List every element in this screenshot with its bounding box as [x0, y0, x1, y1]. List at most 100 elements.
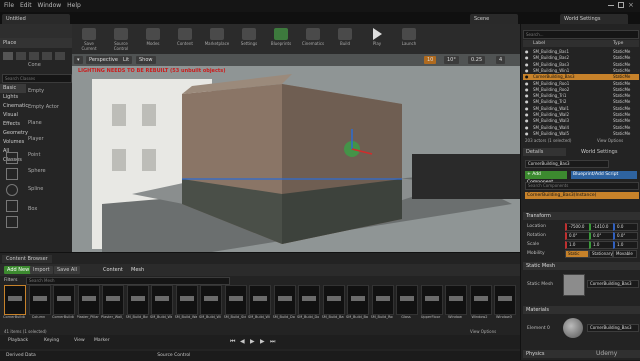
pen-icon[interactable] — [6, 152, 18, 164]
scale-z[interactable]: 1.0 — [613, 241, 638, 249]
outliner-type-header[interactable]: Type — [613, 40, 623, 47]
place-item-point[interactable]: Point — [28, 148, 70, 162]
marketplace-button[interactable]: Marketplace — [204, 26, 230, 52]
rotation-y[interactable]: 0.0° — [589, 232, 614, 240]
asset-search-input[interactable]: Search Mesh — [26, 277, 230, 285]
place-item-box[interactable]: Box — [28, 202, 70, 216]
outliner-row[interactable]: ● SM_Building_Wal3 StaticMe — [523, 118, 639, 124]
source-control-button[interactable]: Source Control — [108, 26, 134, 52]
brush-icon[interactable] — [6, 216, 18, 228]
paint-mode-icon[interactable] — [16, 52, 26, 60]
menu-file[interactable]: File — [4, 0, 14, 12]
play-button[interactable]: Play — [364, 26, 390, 52]
outliner-row[interactable]: ● CornerBuilding_Bas3 StaticMe — [523, 74, 639, 81]
marker-menu[interactable]: Marker — [94, 338, 110, 343]
asset-thumbnail[interactable] — [77, 285, 100, 315]
level-viewport[interactable]: ▾ Perspective Lit Show 10 10° 0.25 4 LIG… — [72, 54, 520, 252]
source-control-status[interactable]: Source Control — [157, 353, 190, 358]
static-mesh-picker[interactable]: CornerBuilding_Bas3 — [587, 280, 639, 288]
details-tab[interactable]: Details — [523, 148, 566, 156]
build-button[interactable]: Build — [332, 26, 358, 52]
outliner-row[interactable]: ● SM_Building_Bas3 StaticMe — [523, 62, 639, 68]
view-menu[interactable]: View — [74, 338, 85, 343]
save-all-button[interactable]: Save All — [54, 266, 81, 274]
step-forward-icon[interactable]: ▶ — [260, 338, 265, 345]
asset-thumbnail[interactable] — [53, 285, 75, 315]
save-current-button[interactable]: Save Current — [76, 26, 102, 52]
asset-thumbnail[interactable] — [4, 285, 26, 315]
physics-section[interactable]: Physics — [523, 350, 640, 358]
mobility-static[interactable]: Static — [565, 250, 589, 258]
category-lights[interactable]: Lights — [0, 93, 26, 102]
visibility-eye-icon[interactable]: ● — [525, 62, 529, 68]
asset-thumbnail[interactable] — [273, 285, 296, 315]
outliner-row[interactable]: ● SM_Building_Bas1 StaticMe — [523, 49, 639, 55]
tab-scene[interactable]: Scene — [470, 14, 518, 24]
angle-snap-value[interactable]: 10° — [444, 56, 459, 64]
menu-window[interactable]: Window — [38, 0, 62, 12]
skip-back-icon[interactable]: ⏮ — [230, 338, 235, 346]
class-search-input[interactable]: Search Classes — [2, 74, 72, 83]
visibility-eye-icon[interactable]: ● — [525, 55, 529, 61]
asset-thumbnail[interactable] — [371, 285, 394, 315]
cinematics-button[interactable]: Cinematics — [300, 26, 326, 52]
location-y[interactable]: -1410.0 — [589, 223, 614, 231]
category-cinematic[interactable]: Cinematic — [0, 102, 28, 111]
outliner-search[interactable]: Search... — [523, 30, 639, 39]
outliner-row[interactable]: ● SM_Building_Tri2 StaticMe — [523, 99, 639, 105]
rotation-z[interactable]: 0.0° — [613, 232, 638, 240]
visibility-eye-icon[interactable]: ● — [525, 81, 529, 87]
rotation-x[interactable]: 0.0° — [565, 232, 590, 240]
perspective-button[interactable]: Perspective — [86, 56, 121, 64]
asset-thumbnail[interactable] — [126, 285, 149, 315]
asset-thumbnail[interactable] — [102, 285, 124, 315]
visibility-eye-icon[interactable]: ● — [525, 118, 529, 124]
asset-thumbnail[interactable] — [420, 285, 443, 315]
blueprints-button[interactable]: Blueprints — [268, 26, 294, 52]
mobility-movable[interactable]: Movable — [613, 250, 637, 258]
outliner-row[interactable]: ● SM_Building_Wal1 StaticMe — [523, 106, 639, 112]
category-basic[interactable]: Basic — [0, 84, 26, 93]
asset-thumbnail[interactable] — [224, 285, 247, 315]
component-root[interactable]: CornerBuilding_Bas3(Instance) — [525, 192, 639, 199]
asset-thumbnail[interactable] — [200, 285, 222, 315]
playback-menu[interactable]: Playback — [8, 338, 28, 343]
asset-thumbnail[interactable] — [175, 285, 198, 315]
visibility-eye-icon[interactable]: ● — [525, 93, 529, 99]
menu-help[interactable]: Help — [67, 0, 81, 12]
outliner-row[interactable]: ● SM_Building_Roo1 StaticMe — [523, 81, 639, 87]
place-item-plane[interactable]: Plane — [28, 116, 70, 130]
static-mesh-thumbnail[interactable] — [563, 274, 585, 296]
materials-section[interactable]: Materials — [523, 306, 640, 314]
asset-thumbnail[interactable] — [249, 285, 271, 315]
move-icon[interactable] — [6, 168, 18, 180]
tab-world-settings[interactable]: World Settings — [560, 14, 628, 24]
visibility-eye-icon[interactable]: ● — [525, 49, 529, 55]
material-picker[interactable]: CornerBuilding_Bas3 — [587, 324, 639, 332]
place-item-sphere[interactable]: Sphere — [28, 164, 70, 178]
asset-thumbnail[interactable] — [28, 285, 51, 315]
add-component-button[interactable]: + Add Component — [525, 171, 567, 185]
asset-thumbnail[interactable] — [494, 285, 516, 315]
content-browser-tab[interactable]: Content Browser — [2, 255, 52, 263]
outliner-row[interactable]: ● SM_Building_Bas2 StaticMe — [523, 55, 639, 61]
visibility-eye-icon[interactable]: ● — [525, 87, 529, 93]
scale-x[interactable]: 1.0 — [565, 241, 590, 249]
asset-thumbnail[interactable] — [151, 285, 173, 315]
scale-icon[interactable] — [6, 200, 18, 212]
menu-edit[interactable]: Edit — [20, 0, 32, 12]
outliner-view-options[interactable]: View Options — [597, 138, 623, 143]
derived-data-status[interactable]: Derived Data — [6, 353, 36, 358]
location-z[interactable]: 0.0 — [613, 223, 638, 231]
path-mesh[interactable]: Mesh — [128, 266, 147, 274]
visibility-eye-icon[interactable]: ● — [525, 112, 529, 118]
asset-thumbnail[interactable] — [469, 285, 492, 315]
maximize-icon[interactable] — [618, 2, 624, 8]
visibility-eye-icon[interactable]: ● — [525, 74, 529, 80]
category-volumes[interactable]: Volumes — [0, 138, 26, 147]
place-item-cone[interactable]: Cone — [28, 58, 70, 72]
close-icon[interactable]: × — [628, 1, 634, 9]
place-item-empty-actor[interactable]: Empty Actor — [28, 100, 70, 114]
asset-thumbnail[interactable] — [322, 285, 345, 315]
scale-snap-value[interactable]: 0.25 — [468, 56, 486, 64]
